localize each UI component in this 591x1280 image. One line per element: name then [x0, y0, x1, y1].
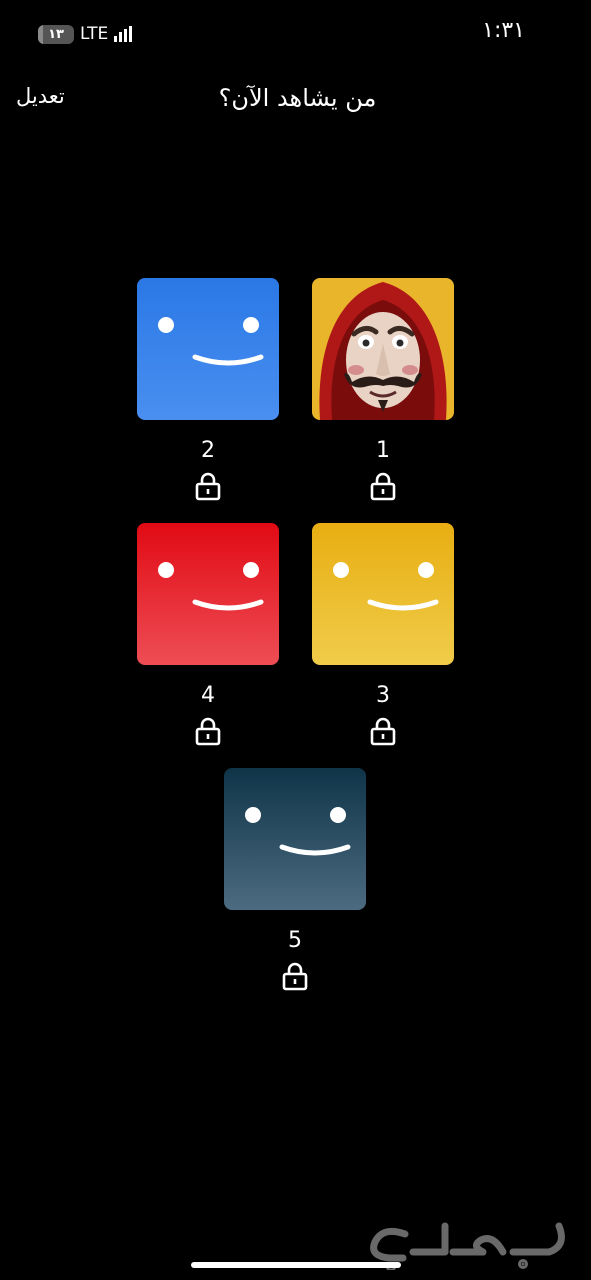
status-time: ١:٣١: [482, 18, 525, 43]
signal-icon: [114, 26, 133, 42]
page-title: من يشاهد الآن؟: [218, 84, 377, 112]
profile-3[interactable]: 3: [312, 523, 454, 746]
lock-icon: [282, 962, 308, 991]
home-indicator[interactable]: [191, 1262, 401, 1268]
profile-name: 1: [376, 438, 390, 463]
smiley-face-icon: [245, 807, 351, 856]
profile-name: 4: [201, 683, 215, 708]
status-indicators: ١٣ LTE: [38, 21, 133, 47]
money-heist-mask-avatar[interactable]: [312, 278, 454, 420]
lock-icon: [195, 717, 221, 746]
lock-icon: [370, 717, 396, 746]
profile-5[interactable]: 5: [224, 768, 366, 991]
smiley-face-icon: [158, 317, 264, 366]
smiley-teal-avatar[interactable]: [224, 768, 366, 910]
lock-icon: [195, 472, 221, 501]
smiley-face-icon: [333, 562, 439, 611]
battery-level-fill: [38, 24, 43, 44]
smiley-yellow-avatar[interactable]: [312, 523, 454, 665]
profile-name: 3: [376, 683, 390, 708]
smiley-face-icon: [158, 562, 264, 611]
lock-icon: [370, 472, 396, 501]
smiley-blue-avatar[interactable]: [137, 278, 279, 420]
profile-name: 5: [288, 928, 302, 953]
network-type: LTE: [80, 24, 109, 44]
profile-1[interactable]: 1: [312, 278, 454, 501]
battery-percent: ١٣: [48, 26, 64, 42]
profile-2[interactable]: 2: [137, 278, 279, 501]
battery-icon: ١٣: [38, 24, 74, 44]
mask-face-icon: [312, 278, 454, 420]
smiley-red-avatar[interactable]: [137, 523, 279, 665]
profile-name: 2: [201, 438, 215, 463]
profile-4[interactable]: 4: [137, 523, 279, 746]
